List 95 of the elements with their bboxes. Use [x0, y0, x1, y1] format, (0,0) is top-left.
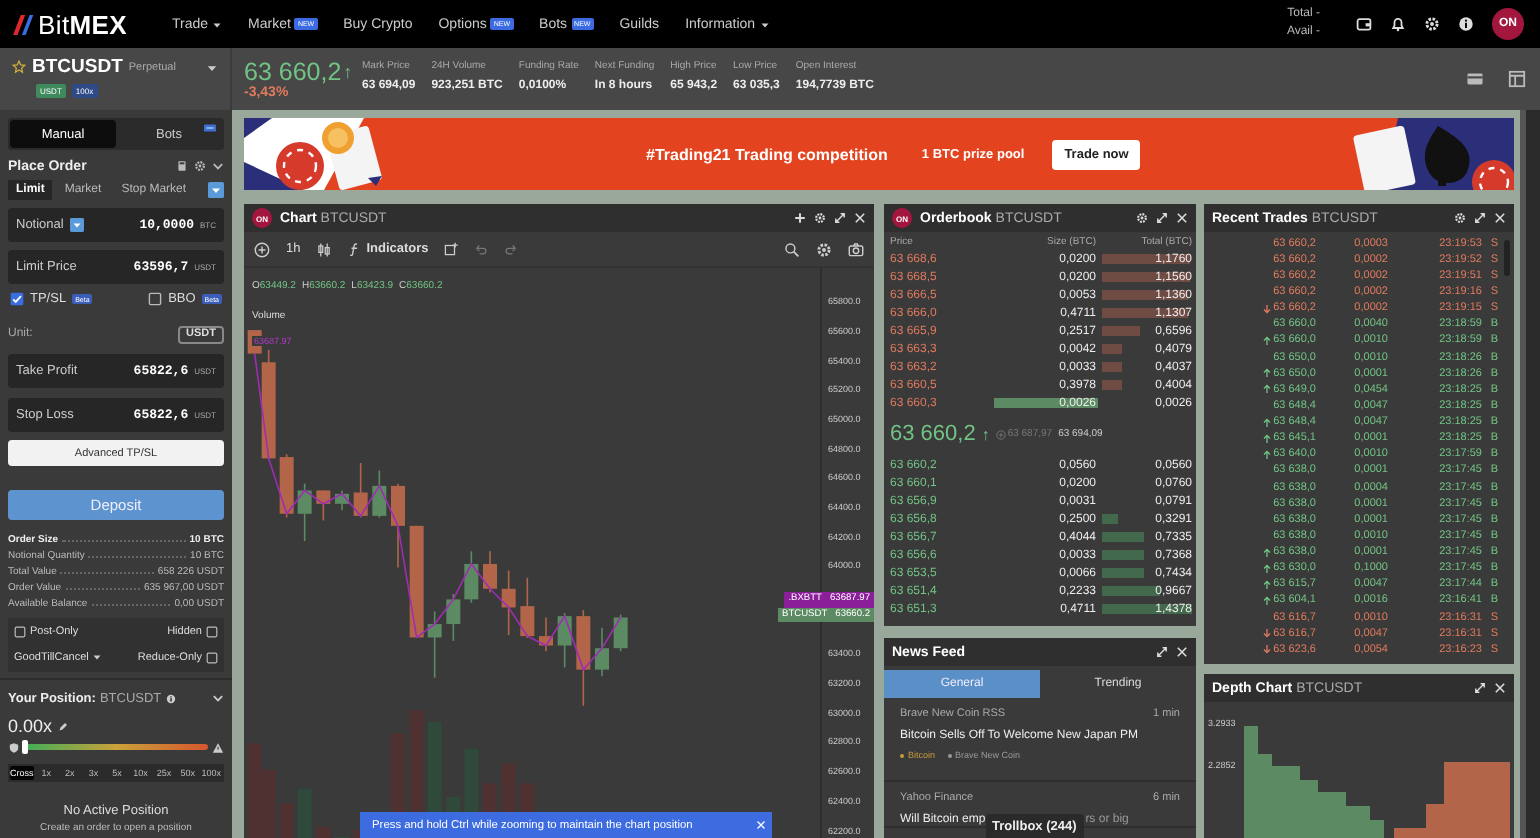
undo-icon[interactable]: [474, 242, 489, 256]
wallet-icon[interactable]: [1356, 16, 1372, 32]
logo-text: BitMEX: [38, 9, 128, 39]
volume-bar: [279, 803, 294, 838]
layout-icon[interactable]: [1508, 70, 1526, 88]
banner-title: #Trading21 Trading competition: [646, 145, 888, 163]
candlestick-icon[interactable]: [316, 241, 333, 257]
checkbox-icon[interactable]: [206, 651, 218, 664]
star-icon[interactable]: [12, 60, 26, 74]
close-icon[interactable]: [1176, 212, 1188, 224]
candle: [464, 550, 479, 604]
chevron-down-icon[interactable]: [212, 692, 224, 704]
close-icon[interactable]: [1494, 682, 1506, 694]
depth-bar: [1102, 308, 1188, 318]
candle: [279, 453, 294, 519]
candle: [409, 525, 424, 639]
candle: [613, 613, 628, 653]
checkbox-icon[interactable]: [206, 626, 218, 639]
candle: [539, 616, 553, 653]
add-icon[interactable]: [794, 212, 806, 224]
caret-icon[interactable]: [759, 19, 770, 29]
candle: [316, 489, 331, 522]
settings-icon[interactable]: [816, 241, 832, 257]
checkbox-icon[interactable]: [14, 626, 26, 639]
caret-icon[interactable]: [92, 652, 103, 663]
depth-bar: [1102, 362, 1123, 372]
candle: [483, 550, 497, 594]
trend-arrow: ↑: [343, 62, 353, 82]
settings-icon[interactable]: [814, 212, 826, 224]
depth-bar: [1102, 514, 1118, 524]
depth-bar: [1102, 550, 1144, 560]
info-icon[interactable]: [1458, 16, 1474, 32]
warning-icon: [212, 741, 224, 753]
scrollbar[interactable]: [1520, 110, 1540, 838]
caret-icon[interactable]: [206, 61, 218, 73]
slider-handle[interactable]: [22, 740, 27, 754]
depth-bar: [1102, 254, 1191, 264]
candle: [446, 593, 461, 642]
candle: [501, 569, 516, 636]
close-icon[interactable]: [1176, 646, 1188, 658]
expand-icon[interactable]: [1156, 646, 1168, 658]
candle: [391, 482, 405, 569]
depth-bar: [1102, 326, 1140, 336]
candle: [557, 612, 572, 669]
depth-bar: [1102, 568, 1144, 578]
leverage-slider[interactable]: [24, 744, 208, 750]
expand-icon[interactable]: [1156, 212, 1168, 224]
depth-bar: [1102, 344, 1123, 354]
candle: [372, 469, 387, 519]
settings-icon[interactable]: [1136, 212, 1148, 224]
chevron-down-icon[interactable]: [212, 160, 224, 172]
card-icon[interactable]: [1466, 70, 1484, 88]
dropdown-icon[interactable]: [69, 218, 84, 232]
info-icon: [165, 693, 176, 703]
depth-bar: [1102, 272, 1190, 282]
candle: [427, 610, 442, 679]
depth-bar: [1102, 380, 1122, 390]
settings-icon[interactable]: [1454, 212, 1466, 224]
bell-icon[interactable]: [1390, 16, 1406, 32]
caret-icon[interactable]: [212, 19, 223, 29]
candle: [335, 489, 349, 511]
candle: [595, 626, 609, 678]
add-icon[interactable]: [254, 241, 270, 257]
settings-icon[interactable]: [194, 160, 206, 172]
expand-icon[interactable]: [1474, 682, 1486, 694]
redo-icon[interactable]: [504, 242, 519, 256]
camera-icon[interactable]: [848, 241, 864, 257]
new-window-icon[interactable]: [444, 242, 459, 256]
function-icon[interactable]: [348, 242, 363, 256]
trend-arrow: ↑: [981, 425, 990, 443]
close-icon[interactable]: [1494, 212, 1506, 224]
depth-bar: [1102, 532, 1144, 542]
candle: [576, 609, 591, 707]
logo-icon: [12, 13, 34, 35]
settings-icon[interactable]: [1424, 16, 1440, 32]
calculator-icon[interactable]: [176, 160, 188, 172]
pencil-icon[interactable]: [58, 721, 69, 731]
index-icon: [995, 429, 1006, 439]
candle: [520, 576, 535, 639]
close-icon[interactable]: [854, 212, 866, 224]
last-price: 63 660,2: [244, 58, 342, 86]
checkbox-checked-icon[interactable]: [10, 292, 24, 306]
checkbox-icon[interactable]: [148, 292, 163, 306]
expand-icon[interactable]: [1474, 212, 1486, 224]
candle: [353, 462, 368, 519]
expand-icon[interactable]: [834, 212, 846, 224]
shield-icon: [8, 741, 20, 753]
candle: [297, 482, 312, 542]
depth-bar: [1102, 290, 1189, 300]
last-price: 63 660,2: [890, 422, 976, 446]
volume-bar: [297, 788, 312, 838]
leverage-value: 0.00x: [8, 716, 53, 736]
symbol-name: BTCUSDT: [32, 56, 123, 78]
zoom-icon[interactable]: [784, 241, 800, 257]
depth-bar: [1102, 604, 1192, 614]
